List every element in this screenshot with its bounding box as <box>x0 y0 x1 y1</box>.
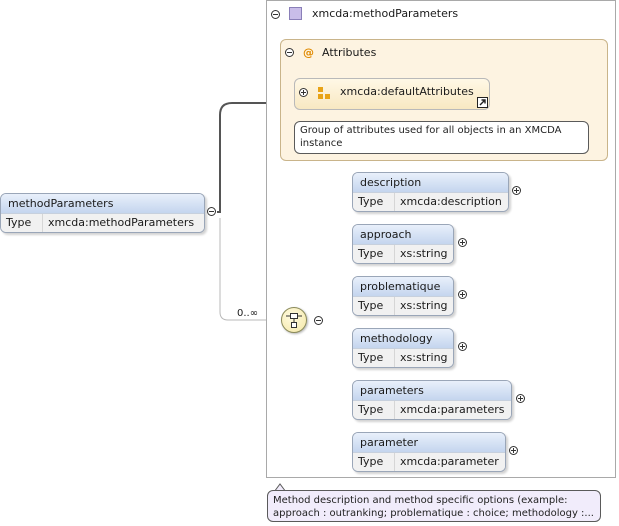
attributes-label: Attributes <box>322 46 377 59</box>
type-value: xs:string <box>400 351 448 364</box>
element-name: methodParameters <box>1 194 204 214</box>
collapse-icon[interactable] <box>285 48 294 57</box>
type-value: xmcda:description <box>400 195 502 208</box>
attribute-at-icon: @ <box>303 46 314 59</box>
type-key: Type <box>1 214 43 232</box>
choice-icon <box>286 313 302 328</box>
expand-icon[interactable] <box>509 446 518 455</box>
attribute-group-doc: Group of attributes used for all objects… <box>294 121 589 154</box>
link-arrow-icon[interactable] <box>477 97 488 108</box>
element-name: parameter <box>353 433 505 453</box>
child-element-problematique[interactable]: problematique Type xs:string <box>352 276 454 316</box>
child-element-approach[interactable]: approach Type xs:string <box>352 224 454 264</box>
child-element-description[interactable]: description Type xmcda:description <box>352 172 509 212</box>
root-element[interactable]: methodParameters Type xmcda:methodParame… <box>0 193 205 233</box>
type-value: xs:string <box>400 299 448 312</box>
type-key: Type <box>353 245 395 263</box>
type-value: xs:string <box>400 247 448 260</box>
element-name: problematique <box>353 277 453 297</box>
collapse-icon[interactable] <box>207 207 216 216</box>
type-value: xmcda:parameters <box>400 403 505 416</box>
collapse-icon[interactable] <box>314 316 323 325</box>
type-value: xmcda:parameter <box>400 455 499 468</box>
expand-icon[interactable] <box>458 342 467 351</box>
type-key: Type <box>353 401 395 419</box>
attribute-group-icon <box>318 87 330 99</box>
element-name: approach <box>353 225 453 245</box>
child-element-methodology[interactable]: methodology Type xs:string <box>352 328 454 368</box>
child-element-parameters[interactable]: parameters Type xmcda:parameters <box>352 380 512 420</box>
child-element-parameter[interactable]: parameter Type xmcda:parameter <box>352 432 506 472</box>
choice-compositor[interactable] <box>281 307 307 333</box>
type-key: Type <box>353 193 395 211</box>
type-key: Type <box>353 453 395 471</box>
expand-icon[interactable] <box>458 238 467 247</box>
expand-icon[interactable] <box>516 394 525 403</box>
element-name: description <box>353 173 508 193</box>
complex-type-icon <box>289 7 302 20</box>
collapse-icon[interactable] <box>271 10 280 19</box>
element-name: parameters <box>353 381 511 401</box>
type-key: Type <box>353 297 395 315</box>
element-name: methodology <box>353 329 453 349</box>
type-value: xmcda:methodParameters <box>48 216 195 229</box>
documentation-note: Method description and method specific o… <box>267 490 601 522</box>
expand-icon[interactable] <box>512 186 521 195</box>
cardinality-label: 0..∞ <box>237 308 259 319</box>
complex-type-name: xmcda:methodParameters <box>312 7 459 20</box>
expand-icon[interactable] <box>299 88 308 97</box>
attribute-group-name: xmcda:defaultAttributes <box>340 85 474 98</box>
expand-icon[interactable] <box>458 290 467 299</box>
type-key: Type <box>353 349 395 367</box>
